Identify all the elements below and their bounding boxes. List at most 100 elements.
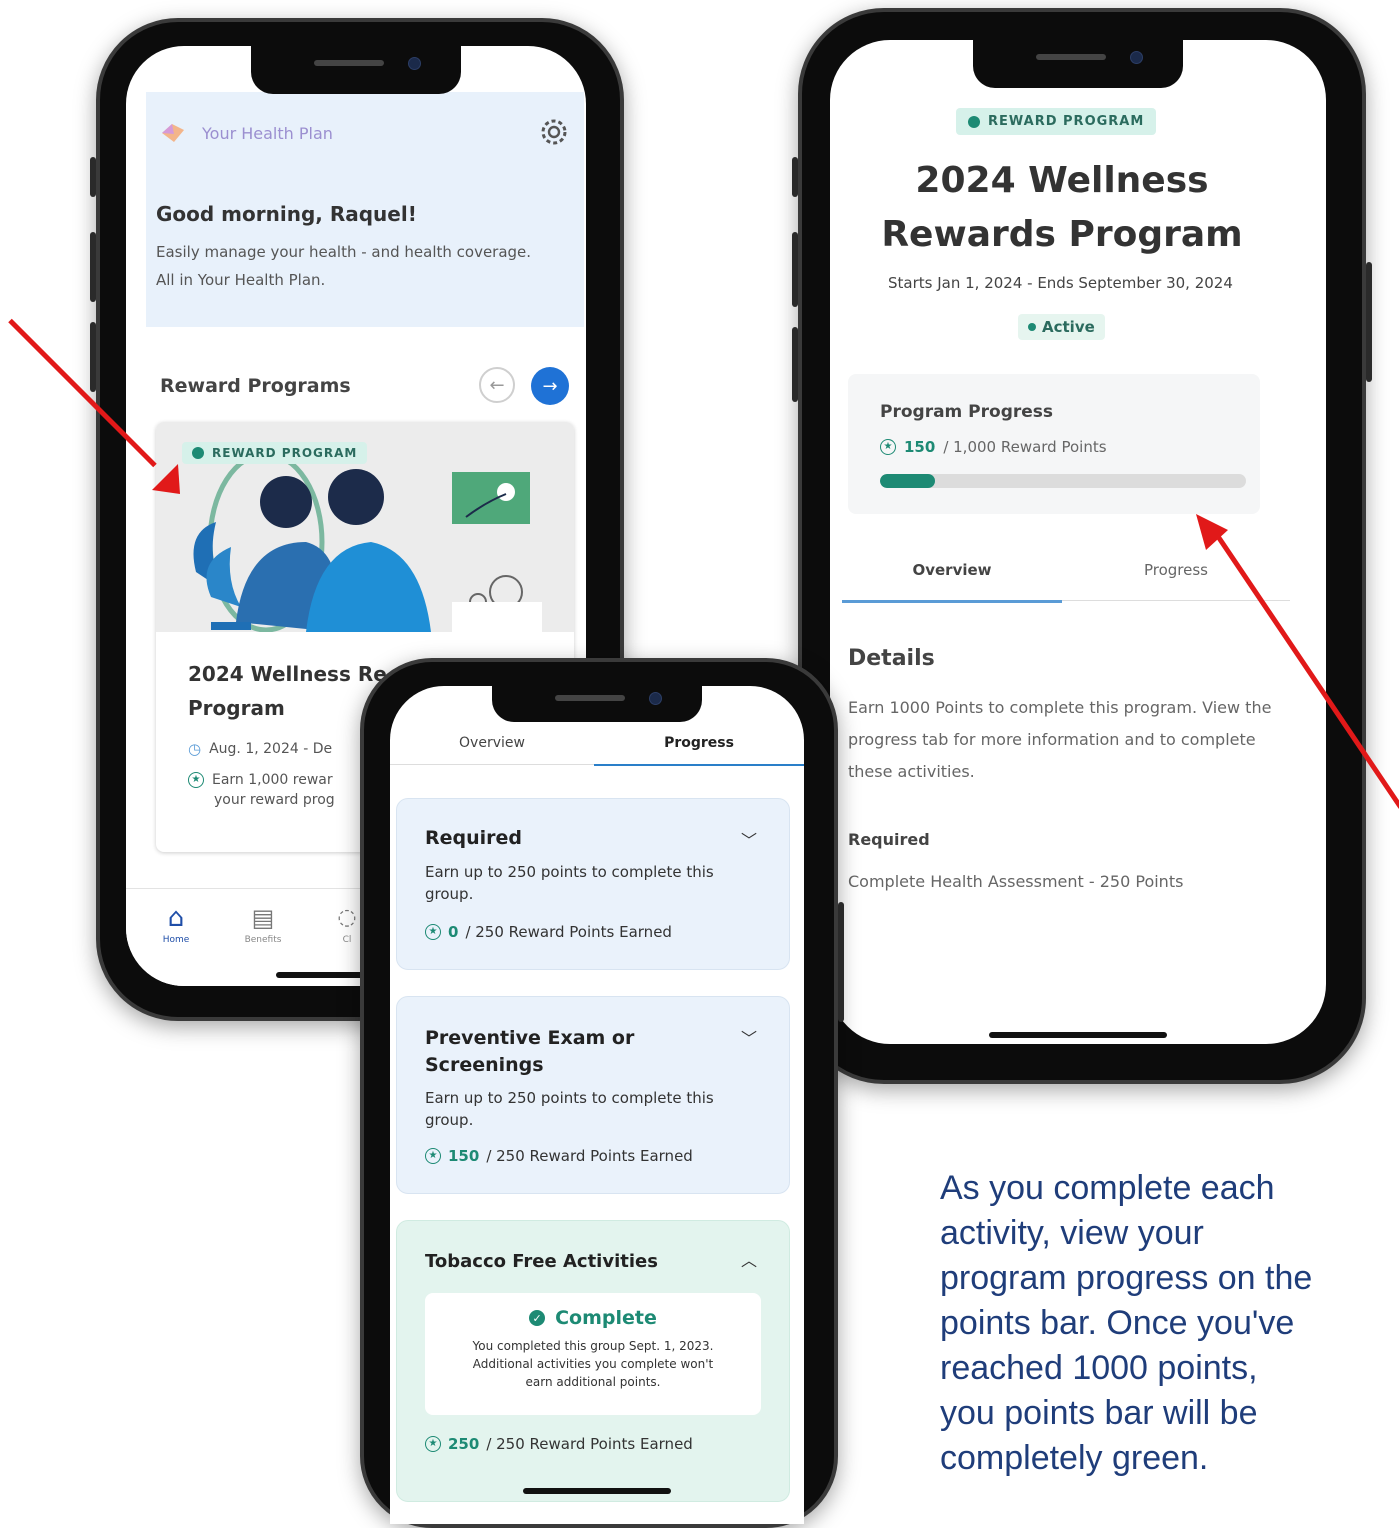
phone-progress: Overview Progress Required ﹀ Earn up to … <box>360 658 844 1528</box>
gear-icon[interactable] <box>538 116 570 148</box>
chevron-up-icon[interactable]: ︿ <box>741 1247 757 1271</box>
home-header: Your Health Plan Good morning, Raquel! E… <box>146 92 584 327</box>
tab-overview[interactable]: Overview <box>390 732 594 765</box>
badge-dot-icon <box>192 447 204 459</box>
required-item: Complete Health Assessment - 250 Points <box>848 872 1184 891</box>
program-card-desc: ★ Earn 1,000 rewar your reward prog <box>188 772 335 808</box>
greeting: Good morning, Raquel! <box>156 202 417 226</box>
points-total: / 250 Reward Points Earned <box>465 923 672 941</box>
program-progress-points: ★ 150 / 1,000 Reward Points <box>880 438 1107 456</box>
phone-program-detail-screen: REWARD PROGRAM 2024 Wellness Rewards Pro… <box>830 40 1326 1044</box>
details-text: Earn 1000 Points to complete this progra… <box>848 698 1272 781</box>
carousel-prev-button[interactable]: ← <box>479 367 515 403</box>
program-card-desc-line1: Earn 1,000 rewar <box>212 772 333 788</box>
reward-star-icon: ★ <box>425 1148 441 1164</box>
progress-bar <box>880 474 1246 488</box>
program-card-badge-label: REWARD PROGRAM <box>212 446 358 460</box>
program-title: 2024 Wellness Rewards Program <box>830 154 1294 262</box>
required-title: Required <box>848 830 930 849</box>
complete-box: ✓ Complete You completed this group Sept… <box>425 1293 761 1415</box>
section-title: Reward Programs <box>160 375 351 397</box>
points-earned: 0 <box>448 923 459 941</box>
phone-side-button <box>90 232 96 302</box>
details-title: Details <box>848 646 935 671</box>
group-title: Tobacco Free Activities <box>425 1251 658 1272</box>
benefits-icon: ▤ <box>251 904 275 932</box>
home-indicator <box>989 1032 1167 1038</box>
progress-bar-fill <box>880 474 935 488</box>
program-card-title-line2: Program <box>188 696 285 720</box>
nav-claims[interactable]: ◌ Cl <box>332 905 362 945</box>
arrow-left-icon: ← <box>489 374 505 396</box>
program-card-badge: REWARD PROGRAM <box>182 442 368 464</box>
complete-label: Complete <box>555 1307 657 1329</box>
program-dates: Starts Jan 1, 2024 - Ends September 30, … <box>888 274 1233 292</box>
points-total: / 1,000 Reward Points <box>943 438 1107 456</box>
phone-notch <box>973 40 1183 88</box>
group-card-tobacco[interactable]: Tobacco Free Activities ︿ ✓ Complete You… <box>396 1220 790 1502</box>
tab-overview-label: Overview <box>459 735 525 751</box>
points-total: / 250 Reward Points Earned <box>486 1435 693 1453</box>
chevron-down-icon[interactable]: ﹀ <box>741 827 757 851</box>
phone-notch <box>251 46 461 94</box>
tab-progress-label: Progress <box>1143 561 1208 579</box>
group-points: ★ 250 / 250 Reward Points Earned <box>425 1435 693 1453</box>
arrow-right-icon: → <box>542 375 558 397</box>
status-dot-icon <box>1028 323 1036 331</box>
group-card-required[interactable]: Required ﹀ Earn up to 250 points to comp… <box>396 798 790 970</box>
complete-status: ✓ Complete <box>425 1307 761 1329</box>
phone-program-detail: REWARD PROGRAM 2024 Wellness Rewards Pro… <box>792 8 1372 1084</box>
status-badge: Active <box>1018 314 1105 340</box>
carousel-next-button[interactable]: → <box>531 367 569 405</box>
phone-notch <box>492 686 702 722</box>
nav-home[interactable]: ⌂ Home <box>156 905 196 945</box>
group-card-preventive[interactable]: Preventive Exam or Screenings ﹀ Earn up … <box>396 996 790 1194</box>
home-indicator <box>523 1488 671 1494</box>
app-logo <box>160 122 186 144</box>
program-badge-label: REWARD PROGRAM <box>988 114 1145 129</box>
group-points: ★ 150 / 250 Reward Points Earned <box>425 1147 693 1165</box>
tab-overview[interactable]: Overview <box>842 560 1062 603</box>
program-card-date: ◷ Aug. 1, 2024 - De <box>188 740 332 758</box>
points-earned: 150 <box>904 438 936 456</box>
phone-side-button <box>90 157 96 197</box>
phone-side-button <box>792 232 798 307</box>
chevron-down-icon[interactable]: ﹀ <box>741 1025 757 1049</box>
phone-progress-screen: Overview Progress Required ﹀ Earn up to … <box>390 686 804 1524</box>
phone-side-button <box>90 322 96 392</box>
tab-progress-label: Progress <box>664 735 734 751</box>
phone-side-button <box>792 157 798 197</box>
status-badge-label: Active <box>1042 318 1095 336</box>
nav-claims-label: Cl <box>342 935 352 945</box>
nav-home-label: Home <box>162 935 190 945</box>
reward-star-icon: ★ <box>425 924 441 940</box>
group-points: ★ 0 / 250 Reward Points Earned <box>425 923 672 941</box>
tab-progress[interactable]: Progress <box>594 732 804 766</box>
program-card-desc-line2: your reward prog <box>214 792 335 808</box>
program-card-title: 2024 Wellness Re <box>188 662 387 686</box>
caption-text: As you complete each activity, view your… <box>940 1169 1313 1477</box>
claims-icon: ◌ <box>337 905 357 930</box>
tab-overview-label: Overview <box>912 561 992 579</box>
home-icon: ⌂ <box>167 903 185 933</box>
points-earned: 250 <box>448 1435 480 1453</box>
reward-star-icon: ★ <box>880 439 896 455</box>
group-desc: Earn up to 250 points to complete this g… <box>425 863 714 903</box>
reward-star-icon: ★ <box>188 772 204 788</box>
greeting-subtitle: Easily manage your health - and health c… <box>156 243 532 289</box>
group-desc: Earn up to 250 points to complete this g… <box>425 1089 714 1129</box>
reward-star-icon: ★ <box>425 1436 441 1452</box>
phone-side-button <box>838 902 844 1022</box>
app-name: Your Health Plan <box>202 124 333 143</box>
points-total: / 250 Reward Points Earned <box>486 1147 693 1165</box>
check-circle-icon: ✓ <box>529 1310 546 1326</box>
group-title: Required <box>425 827 523 849</box>
nav-benefits[interactable]: ▤ Benefits <box>238 905 288 945</box>
phone-side-button <box>792 327 798 402</box>
program-progress-card: Program Progress ★ 150 / 1,000 Reward Po… <box>848 374 1260 514</box>
points-earned: 150 <box>448 1147 480 1165</box>
clock-icon: ◷ <box>188 740 202 758</box>
complete-note: You completed this group Sept. 1, 2023. … <box>472 1339 714 1389</box>
program-progress-title: Program Progress <box>880 402 1054 422</box>
badge-dot-icon <box>968 115 980 128</box>
